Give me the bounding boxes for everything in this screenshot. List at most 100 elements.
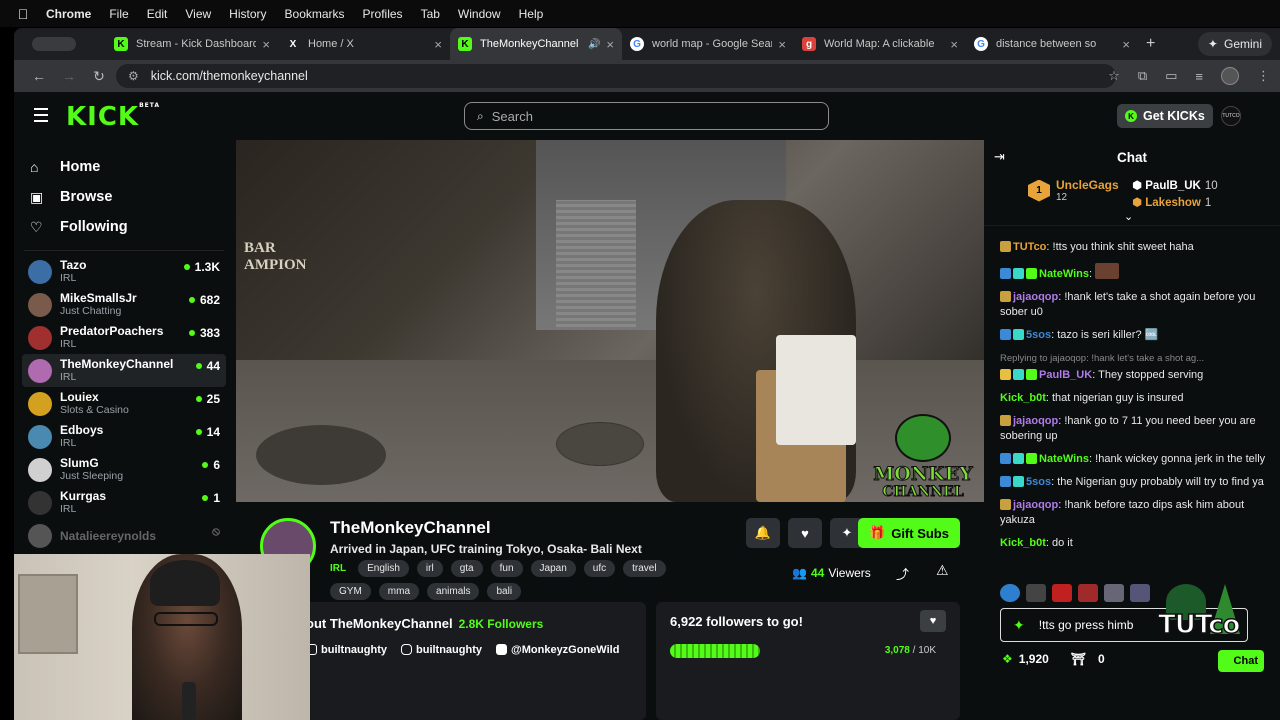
sidebar-channel[interactable]: Edboys IRL 14 <box>14 420 226 453</box>
sidebar-channel[interactable]: Natalieereynolds ⦸ <box>14 519 226 552</box>
new-tab-button[interactable]: + <box>1146 35 1155 53</box>
tab-close-icon[interactable]: × <box>262 37 270 52</box>
menu-item-bookmarks[interactable]: Bookmarks <box>285 7 345 21</box>
chat-badge-icon[interactable] <box>1026 268 1037 279</box>
more-menu-icon[interactable]: ⋮ <box>1257 68 1270 84</box>
chat-username[interactable]: PaulB_UK <box>1039 369 1092 381</box>
sidebar-nav-home[interactable]: ⌂ Home <box>30 152 232 182</box>
chat-badge-icon[interactable] <box>1000 453 1011 464</box>
cast-icon[interactable]: ▭ <box>1165 68 1177 84</box>
emote-icon[interactable] <box>1130 584 1150 602</box>
social-link-instagram[interactable]: builtnaughty <box>401 644 482 656</box>
apple-icon[interactable]:  <box>0 6 46 22</box>
emote-icon[interactable] <box>1104 584 1124 602</box>
emote-icon[interactable] <box>1078 584 1098 602</box>
chat-badge-icon[interactable] <box>1000 476 1011 487</box>
gift-subs-button[interactable]: 🎁 Gift Subs <box>858 518 960 548</box>
chat-badge-icon[interactable] <box>1013 453 1024 464</box>
site-settings-icon[interactable]: ⚙ <box>128 69 139 83</box>
stream-tag[interactable]: gta <box>450 560 483 577</box>
browser-tab[interactable]: X Home / X × <box>278 28 450 60</box>
sidebar-channel[interactable]: MikeSmallsJr Just Chatting 682 <box>14 288 226 321</box>
stream-tag[interactable]: English <box>358 560 409 577</box>
emote-icon[interactable] <box>1026 584 1046 602</box>
chat-username[interactable]: TUTco <box>1013 241 1046 253</box>
tab-close-icon[interactable]: × <box>778 37 786 52</box>
browser-tab[interactable]: Gdistance between so × <box>966 28 1138 60</box>
chat-username[interactable]: 5sos <box>1026 329 1051 341</box>
sidebar-channel[interactable]: Louiex Slots & Casino 25 <box>14 387 226 420</box>
chat-badge-icon[interactable] <box>1000 369 1011 380</box>
tab-close-icon[interactable]: × <box>606 37 614 52</box>
chat-badge-icon[interactable] <box>1026 369 1037 380</box>
stream-tag[interactable]: irl <box>416 560 443 577</box>
hamburger-menu-icon[interactable] <box>34 108 48 126</box>
goal-follow-button[interactable]: ♥ <box>920 610 946 632</box>
follow-button[interactable]: ♥ <box>788 518 822 548</box>
chat-badge-icon[interactable] <box>1000 415 1011 426</box>
reload-button[interactable]: ↻ <box>84 68 114 85</box>
chat-username[interactable]: jajaoqop <box>1013 291 1058 303</box>
stream-tag[interactable]: fun <box>490 560 523 577</box>
emote-icon[interactable] <box>1052 584 1072 602</box>
menu-item-profiles[interactable]: Profiles <box>363 7 403 21</box>
tab-audio-icon[interactable]: 🔊 <box>588 39 600 50</box>
chat-username[interactable]: Kick_b0t <box>1000 537 1046 549</box>
social-link-youtube[interactable]: @MonkeyzGoneWild <box>496 644 619 656</box>
tab-close-icon[interactable]: × <box>1122 37 1130 52</box>
chat-badge-icon[interactable] <box>1013 268 1024 279</box>
browser-tab[interactable]: K Stream - Kick Dashboard × <box>106 28 278 60</box>
chat-username[interactable]: 5sos <box>1026 476 1051 488</box>
sidebar-nav-following[interactable]: ♡ Following <box>30 212 232 242</box>
menu-item-file[interactable]: File <box>109 7 128 21</box>
menu-item-window[interactable]: Window <box>458 7 501 21</box>
leaderboard-first[interactable]: 1 UncleGags 12 <box>1028 178 1119 203</box>
chat-username[interactable]: NateWins <box>1039 268 1089 280</box>
menu-item-help[interactable]: Help <box>519 7 544 21</box>
chat-username[interactable]: Kick_b0t <box>1000 392 1046 404</box>
sidebar-channel[interactable]: Kurrgas IRL 1 <box>14 486 226 519</box>
chat-badge-icon[interactable] <box>1013 476 1024 487</box>
tab-group-pill[interactable] <box>32 37 76 51</box>
sidebar-nav-browse[interactable]: ▣ Browse <box>30 182 232 212</box>
menu-item-view[interactable]: View <box>185 7 211 21</box>
extensions-icon[interactable]: ⧉ <box>1138 68 1147 84</box>
get-kicks-button[interactable]: K Get KICKs <box>1117 104 1213 128</box>
browser-tab[interactable]: Gworld map - Google Search × <box>622 28 794 60</box>
menu-item-history[interactable]: History <box>229 7 266 21</box>
tab-close-icon[interactable]: × <box>434 37 442 52</box>
profile-avatar[interactable] <box>1221 67 1239 85</box>
menu-item-tab[interactable]: Tab <box>421 7 440 21</box>
gemini-button[interactable]: ✦ Gemini <box>1197 32 1272 56</box>
stream-tag[interactable]: travel <box>623 560 666 577</box>
chat-badge-icon[interactable] <box>1026 453 1037 464</box>
leaderboard-third[interactable]: ⬢ Lakeshow 1 <box>1132 195 1218 212</box>
points-icon[interactable]: ⛩ <box>1071 652 1086 666</box>
emote-icon[interactable] <box>1000 584 1020 602</box>
chat-badge-icon[interactable] <box>1013 329 1024 340</box>
address-bar[interactable]: ⚙ kick.com/themonkeychannel <box>116 64 1116 88</box>
stream-category[interactable]: IRL <box>330 560 350 577</box>
sparkle-icon[interactable]: ✦ <box>1013 617 1025 634</box>
expand-leaderboard-icon[interactable]: ⌄ <box>1124 210 1133 223</box>
chat-badge-icon[interactable] <box>1013 369 1024 380</box>
stream-tag[interactable]: Japan <box>530 560 576 577</box>
kick-logo[interactable]: KICKBETA <box>66 102 160 132</box>
sidebar-channel[interactable]: Tazo IRL 1.3K <box>14 255 226 288</box>
browser-tab[interactable]: g World Map: A clickable × <box>794 28 966 60</box>
menu-item-edit[interactable]: Edit <box>147 7 168 21</box>
sidebar-channel[interactable]: SlumG Just Sleeping 6 <box>14 453 226 486</box>
stream-tag[interactable]: animals <box>427 583 480 600</box>
streamer-name[interactable]: TheMonkeyChannel <box>330 518 491 538</box>
stream-tag[interactable]: GYM <box>330 583 371 600</box>
stream-tag[interactable]: mma <box>378 583 420 600</box>
chat-badge-icon[interactable] <box>1000 241 1011 252</box>
stream-tag[interactable]: ufc <box>583 560 616 577</box>
chat-badge-icon[interactable] <box>1000 268 1011 279</box>
user-avatar[interactable]: TUTCO <box>1221 106 1241 126</box>
chat-username[interactable]: NateWins <box>1039 453 1089 465</box>
stream-tag[interactable]: bali <box>487 583 522 600</box>
chat-badge-icon[interactable] <box>1000 329 1011 340</box>
search-input[interactable]: ⌕ Search <box>464 102 829 130</box>
notification-bell-button[interactable]: 🔔 <box>746 518 780 548</box>
